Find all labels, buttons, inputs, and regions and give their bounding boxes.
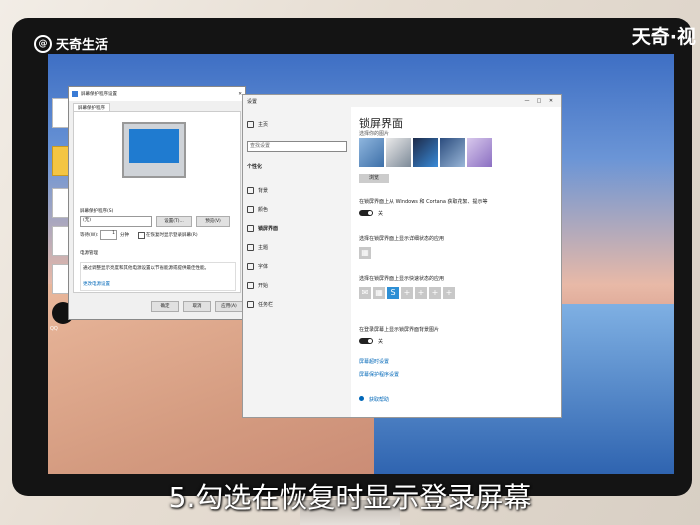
wait-label: 等待(W): <box>80 233 99 238</box>
nav-home[interactable]: 主页 <box>247 121 268 128</box>
apply-button[interactable]: 应用(A) <box>215 301 243 312</box>
nav-fonts[interactable]: 字体 <box>247 263 268 270</box>
settings-window: 设置 — □ ✕ 主页 查找设置 个性化 背景 颜色 锁屏界面 主题 字体 开始… <box>242 94 562 418</box>
preview-label: 选择你的图片 <box>359 131 390 137</box>
monitor-icon <box>72 91 78 97</box>
qq-label: QQ <box>50 326 58 332</box>
power-title: 电源管理 <box>80 251 98 256</box>
screensaver-preview <box>122 122 186 178</box>
nav-label: 主题 <box>258 245 269 251</box>
signin-bg-label: 在登录屏幕上显示锁屏界面背景图片 <box>359 327 440 333</box>
screen-timeout-link[interactable]: 屏幕超时设置 <box>359 358 389 365</box>
mail-app-icon[interactable]: ✉ <box>359 287 371 299</box>
cancel-button[interactable]: 取消 <box>183 301 211 312</box>
desktop-screen: QQ 屏幕保护程序设置 ✕ 屏幕保护程序 屏幕保护程序(S) (无) 设置(T)… <box>48 54 674 474</box>
screensaver-label: 屏幕保护程序(S) <box>80 209 114 214</box>
toggle2-state: 关 <box>378 339 384 345</box>
screensaver-panel: 屏幕保护程序(S) (无) 设置(T)... 预览(V) 等待(W): 1 分钟… <box>73 111 241 293</box>
home-icon <box>247 121 254 128</box>
search-input[interactable]: 查找设置 <box>247 141 347 152</box>
calendar-app-icon[interactable]: ▦ <box>373 287 385 299</box>
browse-button[interactable]: 浏览 <box>359 174 389 183</box>
caption: 5.勾选在恢复时显示登录屏幕 <box>168 481 532 514</box>
calendar-app-icon[interactable]: ▦ <box>359 247 371 259</box>
nav-label: 开始 <box>258 283 269 289</box>
search-placeholder: 查找设置 <box>250 143 271 149</box>
monitor: QQ 屏幕保护程序设置 ✕ 屏幕保护程序 屏幕保护程序(S) (无) 设置(T)… <box>12 18 692 496</box>
settings-title: 设置 <box>247 98 258 105</box>
skype-app-icon[interactable]: S <box>387 287 399 299</box>
help-link[interactable]: 获取帮助 <box>369 396 389 403</box>
page-title: 锁屏界面 <box>359 117 403 130</box>
nav-label: 字体 <box>258 264 269 270</box>
settings-nav: 主页 查找设置 个性化 背景 颜色 锁屏界面 主题 字体 开始 任务栏 <box>243 107 351 417</box>
help-icon <box>359 396 364 401</box>
settings-titlebar: 设置 — □ ✕ <box>243 95 561 107</box>
quick-apps-label: 选择在锁屏界面上显示快速状态的应用 <box>359 276 445 282</box>
maximize-icon[interactable]: □ <box>533 98 545 104</box>
detail-app-label: 选择在锁屏界面上显示详细状态的应用 <box>359 236 445 242</box>
preview-button[interactable]: 预览(V) <box>196 216 230 227</box>
add-app-icon[interactable]: + <box>443 287 455 299</box>
nav-label: 颜色 <box>258 207 269 213</box>
nav-taskbar[interactable]: 任务栏 <box>247 301 273 308</box>
close-icon[interactable]: ✕ <box>545 98 557 104</box>
resume-checkbox-label: 在恢复时显示登录屏幕(R) <box>146 233 198 238</box>
brush-icon <box>247 244 254 251</box>
cortana-text: 在锁屏界面上从 Windows 和 Cortana 获取花絮、提示等 <box>359 199 488 205</box>
nav-themes[interactable]: 主题 <box>247 244 268 251</box>
lock-image-3[interactable] <box>413 138 438 167</box>
resume-checkbox[interactable] <box>138 232 145 239</box>
logo-icon: @ <box>34 34 52 53</box>
add-app-icon[interactable]: + <box>429 287 441 299</box>
wait-input[interactable]: 1 <box>100 230 117 240</box>
lock-image-1[interactable] <box>359 138 384 167</box>
power-box: 通过调整显示亮度和其他电源设置以节省能源或提供最佳性能。 更改电源设置 <box>80 262 236 291</box>
minimize-icon[interactable]: — <box>521 98 533 104</box>
screensaver-select[interactable]: (无) <box>80 216 152 227</box>
add-app-icon[interactable]: + <box>415 287 427 299</box>
taskbar-icon <box>247 301 254 308</box>
nav-lockscreen[interactable]: 锁屏界面 <box>247 225 278 232</box>
nav-start[interactable]: 开始 <box>247 282 268 289</box>
power-settings-link[interactable]: 更改电源设置 <box>83 281 110 287</box>
category-title: 个性化 <box>247 164 263 170</box>
lock-image-5[interactable] <box>467 138 492 167</box>
screensaver-dialog: 屏幕保护程序设置 ✕ 屏幕保护程序 屏幕保护程序(S) (无) 设置(T)...… <box>68 86 246 320</box>
settings-button[interactable]: 设置(T)... <box>156 216 192 227</box>
lock-image-4[interactable] <box>440 138 465 167</box>
picture-icon <box>247 187 254 194</box>
nav-label: 背景 <box>258 188 269 194</box>
nav-background[interactable]: 背景 <box>247 187 268 194</box>
start-icon <box>247 282 254 289</box>
nav-label: 任务栏 <box>258 302 274 308</box>
watermark-right: 天奇·视 <box>631 26 696 48</box>
watermark-logo: @ 天奇生活 <box>34 34 108 53</box>
screensaver-settings-link[interactable]: 屏幕保护程序设置 <box>359 371 399 378</box>
add-app-icon[interactable]: + <box>401 287 413 299</box>
palette-icon <box>247 206 254 213</box>
signin-bg-toggle[interactable] <box>359 338 373 344</box>
ok-button[interactable]: 确定 <box>151 301 179 312</box>
cortana-toggle[interactable] <box>359 210 373 216</box>
settings-main: 锁屏界面 选择你的图片 浏览 在锁屏界面上从 Windows 和 Cortana… <box>359 107 555 417</box>
lock-image-2[interactable] <box>386 138 411 167</box>
minutes-label: 分钟 <box>120 233 129 238</box>
toggle1-state: 关 <box>378 211 384 217</box>
nav-home-label: 主页 <box>258 122 269 128</box>
screensaver-value: (无) <box>83 218 92 223</box>
dialog-title: 屏幕保护程序设置 <box>81 92 117 97</box>
dialog-titlebar: 屏幕保护程序设置 ✕ <box>69 87 245 101</box>
lock-screen-icon <box>247 225 254 232</box>
power-desc: 通过调整显示亮度和其他电源设置以节省能源或提供最佳性能。 <box>83 266 209 271</box>
font-icon <box>247 263 254 270</box>
nav-colors[interactable]: 颜色 <box>247 206 268 213</box>
logo-text: 天奇生活 <box>56 38 109 53</box>
nav-label: 锁屏界面 <box>258 226 279 232</box>
